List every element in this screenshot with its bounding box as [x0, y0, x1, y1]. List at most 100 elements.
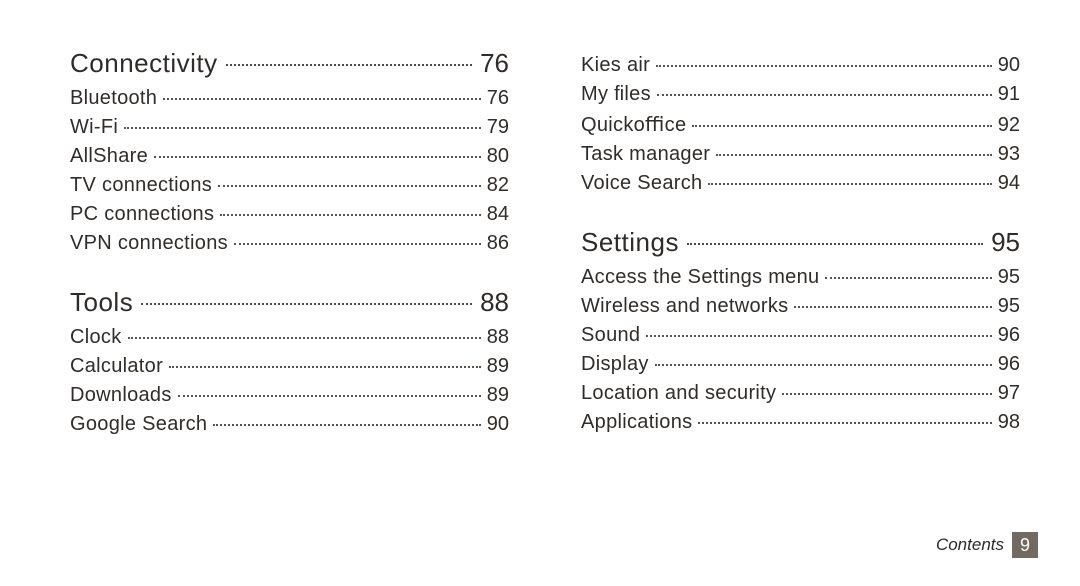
entry-page: 98: [994, 411, 1020, 434]
entry-title: Display: [581, 353, 653, 376]
entry-title: Google Search: [70, 413, 211, 436]
leader: [782, 393, 991, 395]
entry-title: Applications: [581, 411, 696, 434]
leader: [646, 335, 991, 337]
entry-title: Bluetooth: [70, 87, 161, 110]
entry-title: Quickoﬃce: [581, 112, 690, 137]
toc-entry: Google Search 90: [70, 413, 509, 436]
entry-page: 90: [994, 54, 1020, 77]
leader: [656, 65, 992, 67]
entry-title: VPN connections: [70, 232, 232, 255]
entry-title: AllShare: [70, 145, 152, 168]
toc-entry: Wi-Fi 79: [70, 116, 509, 139]
entry-page: 86: [483, 232, 509, 255]
entry-title: Access the Settings menu: [581, 266, 823, 289]
leader: [657, 94, 992, 96]
section-heading-row: Settings 95: [581, 227, 1020, 258]
column-right: Kies air 90 My ﬁles 91 Quickoﬃce 92 Task…: [581, 48, 1020, 448]
section-heading-row: Connectivity 76: [70, 48, 509, 79]
entry-title: TV connections: [70, 174, 216, 197]
column-left: Connectivity 76 Bluetooth 76 Wi-Fi 79 Al…: [70, 48, 509, 448]
entry-page: 96: [994, 353, 1020, 376]
leader: [169, 366, 481, 368]
entry-page: 76: [483, 87, 509, 110]
toc-entry: Calculator 89: [70, 355, 509, 378]
entry-page: 79: [483, 116, 509, 139]
entry-title: Wireless and networks: [581, 295, 792, 318]
entry-title: Sound: [581, 324, 644, 347]
toc-entry: Voice Search 94: [581, 172, 1020, 195]
entry-title: Voice Search: [581, 172, 706, 195]
section-tools-continued: Kies air 90 My ﬁles 91 Quickoﬃce 92 Task…: [581, 54, 1020, 195]
toc-entry: Quickoﬃce 92: [581, 112, 1020, 137]
section-heading-row: Tools 88: [70, 287, 509, 318]
toc-entry: Task manager 93: [581, 143, 1020, 166]
toc-entry: PC connections 84: [70, 203, 509, 226]
leader: [213, 424, 480, 426]
leader: [218, 185, 481, 187]
toc-entry: TV connections 82: [70, 174, 509, 197]
toc-entry: Display 96: [581, 353, 1020, 376]
entry-title: Kies air: [581, 54, 654, 77]
entry-title: My ﬁles: [581, 83, 655, 106]
entry-page: 93: [994, 143, 1020, 166]
leader: [825, 277, 991, 279]
entry-title: Calculator: [70, 355, 167, 378]
entry-page: 82: [483, 174, 509, 197]
section-title: Tools: [70, 287, 139, 318]
section-title: Settings: [581, 227, 685, 258]
toc-entry: My ﬁles 91: [581, 83, 1020, 106]
leader: [124, 127, 481, 129]
toc-entry: Applications 98: [581, 411, 1020, 434]
entry-title: Downloads: [70, 384, 176, 407]
toc-entry: Clock 88: [70, 326, 509, 349]
leader: [154, 156, 481, 158]
toc-entry: Wireless and networks 95: [581, 295, 1020, 318]
section-settings: Settings 95 Access the Settings menu 95 …: [581, 227, 1020, 434]
section-tools: Tools 88 Clock 88 Calculator 89 Download…: [70, 287, 509, 436]
section-connectivity: Connectivity 76 Bluetooth 76 Wi-Fi 79 Al…: [70, 48, 509, 255]
leader: [655, 364, 992, 366]
entry-page: 84: [483, 203, 509, 226]
entry-page: 97: [994, 382, 1020, 405]
leader: [234, 243, 481, 245]
toc-entry: Downloads 89: [70, 384, 509, 407]
leader: [794, 306, 991, 308]
entry-page: 96: [994, 324, 1020, 347]
leader: [716, 154, 992, 156]
section-page: 95: [985, 227, 1020, 258]
leader: [708, 183, 991, 185]
entry-page: 94: [994, 172, 1020, 195]
leader: [128, 337, 481, 339]
section-page: 88: [474, 287, 509, 318]
entry-page: 95: [994, 295, 1020, 318]
footer-page-number: 9: [1012, 532, 1038, 558]
leader: [141, 303, 472, 305]
toc-entry: Bluetooth 76: [70, 87, 509, 110]
entry-title: Task manager: [581, 143, 714, 166]
leader: [220, 214, 480, 216]
entry-page: 80: [483, 145, 509, 168]
leader: [178, 395, 481, 397]
entry-page: 91: [994, 83, 1020, 106]
toc-entry: Access the Settings menu 95: [581, 266, 1020, 289]
leader: [226, 64, 472, 66]
leader: [692, 125, 991, 127]
toc-entry: Sound 96: [581, 324, 1020, 347]
entry-title: Location and security: [581, 382, 780, 405]
footer-section-label: Contents: [936, 535, 1004, 555]
leader: [698, 422, 991, 424]
toc-entry: VPN connections 86: [70, 232, 509, 255]
columns: Connectivity 76 Bluetooth 76 Wi-Fi 79 Al…: [70, 48, 1020, 448]
entry-page: 89: [483, 384, 509, 407]
section-title: Connectivity: [70, 48, 224, 79]
leader: [163, 98, 481, 100]
leader: [687, 243, 983, 245]
toc-entry: Location and security 97: [581, 382, 1020, 405]
toc-entry: AllShare 80: [70, 145, 509, 168]
page-footer: Contents 9: [936, 532, 1038, 558]
entry-title: Clock: [70, 326, 126, 349]
contents-page: Connectivity 76 Bluetooth 76 Wi-Fi 79 Al…: [0, 0, 1080, 586]
entry-page: 95: [994, 266, 1020, 289]
entry-page: 89: [483, 355, 509, 378]
